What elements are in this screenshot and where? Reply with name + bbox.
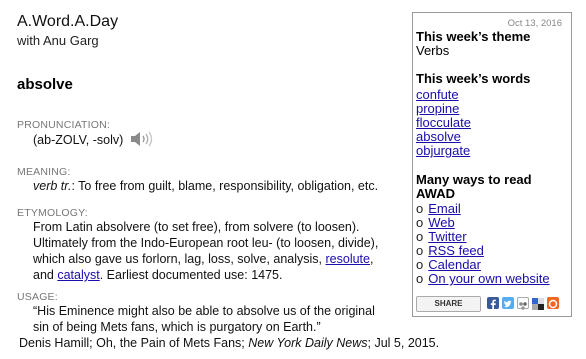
- meaning-definition: : To free from guilt, blame, responsibil…: [71, 179, 379, 193]
- word-heading: absolve: [17, 76, 73, 93]
- ways-item: o Twitter: [416, 229, 467, 244]
- usage-citation: Denis Hamill; Oh, the Pain of Mets Fans;…: [19, 336, 440, 350]
- etymology-line: which also gave us forlorn, lag, loss, s…: [33, 252, 374, 266]
- usage-text: “His Eminence might also be able to abso…: [19, 303, 439, 351]
- delicious-icon[interactable]: [532, 297, 544, 310]
- etymology-line: Ultimately from the Indo-European root l…: [33, 236, 379, 250]
- week-word-link[interactable]: flocculate: [416, 115, 471, 130]
- catalyst-link[interactable]: catalyst: [57, 268, 99, 282]
- etymology-line: From Latin absolvere (to set free), from…: [33, 220, 360, 234]
- pronunciation-row: (ab-ZOLV, -solv): [33, 131, 154, 148]
- ways-item: o Email: [416, 201, 461, 216]
- rss-feed-link[interactable]: RSS feed: [428, 243, 484, 258]
- ways-item: o Calendar: [416, 257, 481, 272]
- usage-quote-line: sin of being Mets fans, which is purgato…: [33, 320, 321, 334]
- sidebar: Oct 13, 2016 This week’s theme Verbs Thi…: [412, 12, 572, 317]
- pronunciation-text: (ab-ZOLV, -solv): [33, 133, 124, 147]
- share-button[interactable]: SHARE: [416, 296, 481, 312]
- site-byline: with Anu Garg: [17, 33, 99, 48]
- own-website-link[interactable]: On your own website: [428, 271, 549, 286]
- twitter-link[interactable]: Twitter: [428, 229, 466, 244]
- digg-icon[interactable]: [517, 297, 529, 310]
- ways-item: o RSS feed: [416, 243, 484, 258]
- part-of-speech: verb tr.: [33, 179, 72, 193]
- week-word-link[interactable]: objurgate: [416, 143, 470, 158]
- meaning-label: MEANING:: [17, 166, 71, 178]
- etymology-label: ETYMOLOGY:: [17, 207, 88, 219]
- week-word-link[interactable]: absolve: [416, 129, 461, 144]
- usage-quote-line: “His Eminence might also be able to abso…: [33, 304, 375, 318]
- theme-name: Verbs: [416, 43, 450, 58]
- facebook-icon[interactable]: [487, 297, 499, 310]
- resolute-link[interactable]: resolute: [326, 252, 370, 266]
- week-word-link[interactable]: propine: [416, 101, 459, 116]
- twitter-icon[interactable]: [502, 297, 514, 309]
- ways-item: o On your own website: [416, 271, 550, 286]
- usage-label: USAGE:: [17, 291, 58, 303]
- publication-title: New York Daily News: [248, 336, 368, 350]
- calendar-link[interactable]: Calendar: [428, 257, 481, 272]
- email-link[interactable]: Email: [428, 201, 461, 216]
- speaker-icon[interactable]: [130, 131, 154, 147]
- etymology-text: From Latin absolvere (to set free), from…: [33, 219, 378, 283]
- site-title[interactable]: A.Word.A.Day: [17, 13, 118, 31]
- ways-heading-2: AWAD: [416, 186, 455, 201]
- etymology-line: and catalyst. Earliest documented use: 1…: [33, 268, 283, 282]
- words-heading: This week’s words: [416, 71, 531, 86]
- week-word-link[interactable]: confute: [416, 87, 459, 102]
- stumbleupon-icon[interactable]: [547, 297, 559, 309]
- meaning-text: verb tr.: To free from guilt, blame, res…: [33, 178, 378, 194]
- ways-item: o Web: [416, 215, 455, 230]
- sidebar-date: Oct 13, 2016: [507, 18, 562, 29]
- web-link[interactable]: Web: [428, 215, 455, 230]
- pronunciation-label: PRONUNCIATION:: [17, 119, 111, 131]
